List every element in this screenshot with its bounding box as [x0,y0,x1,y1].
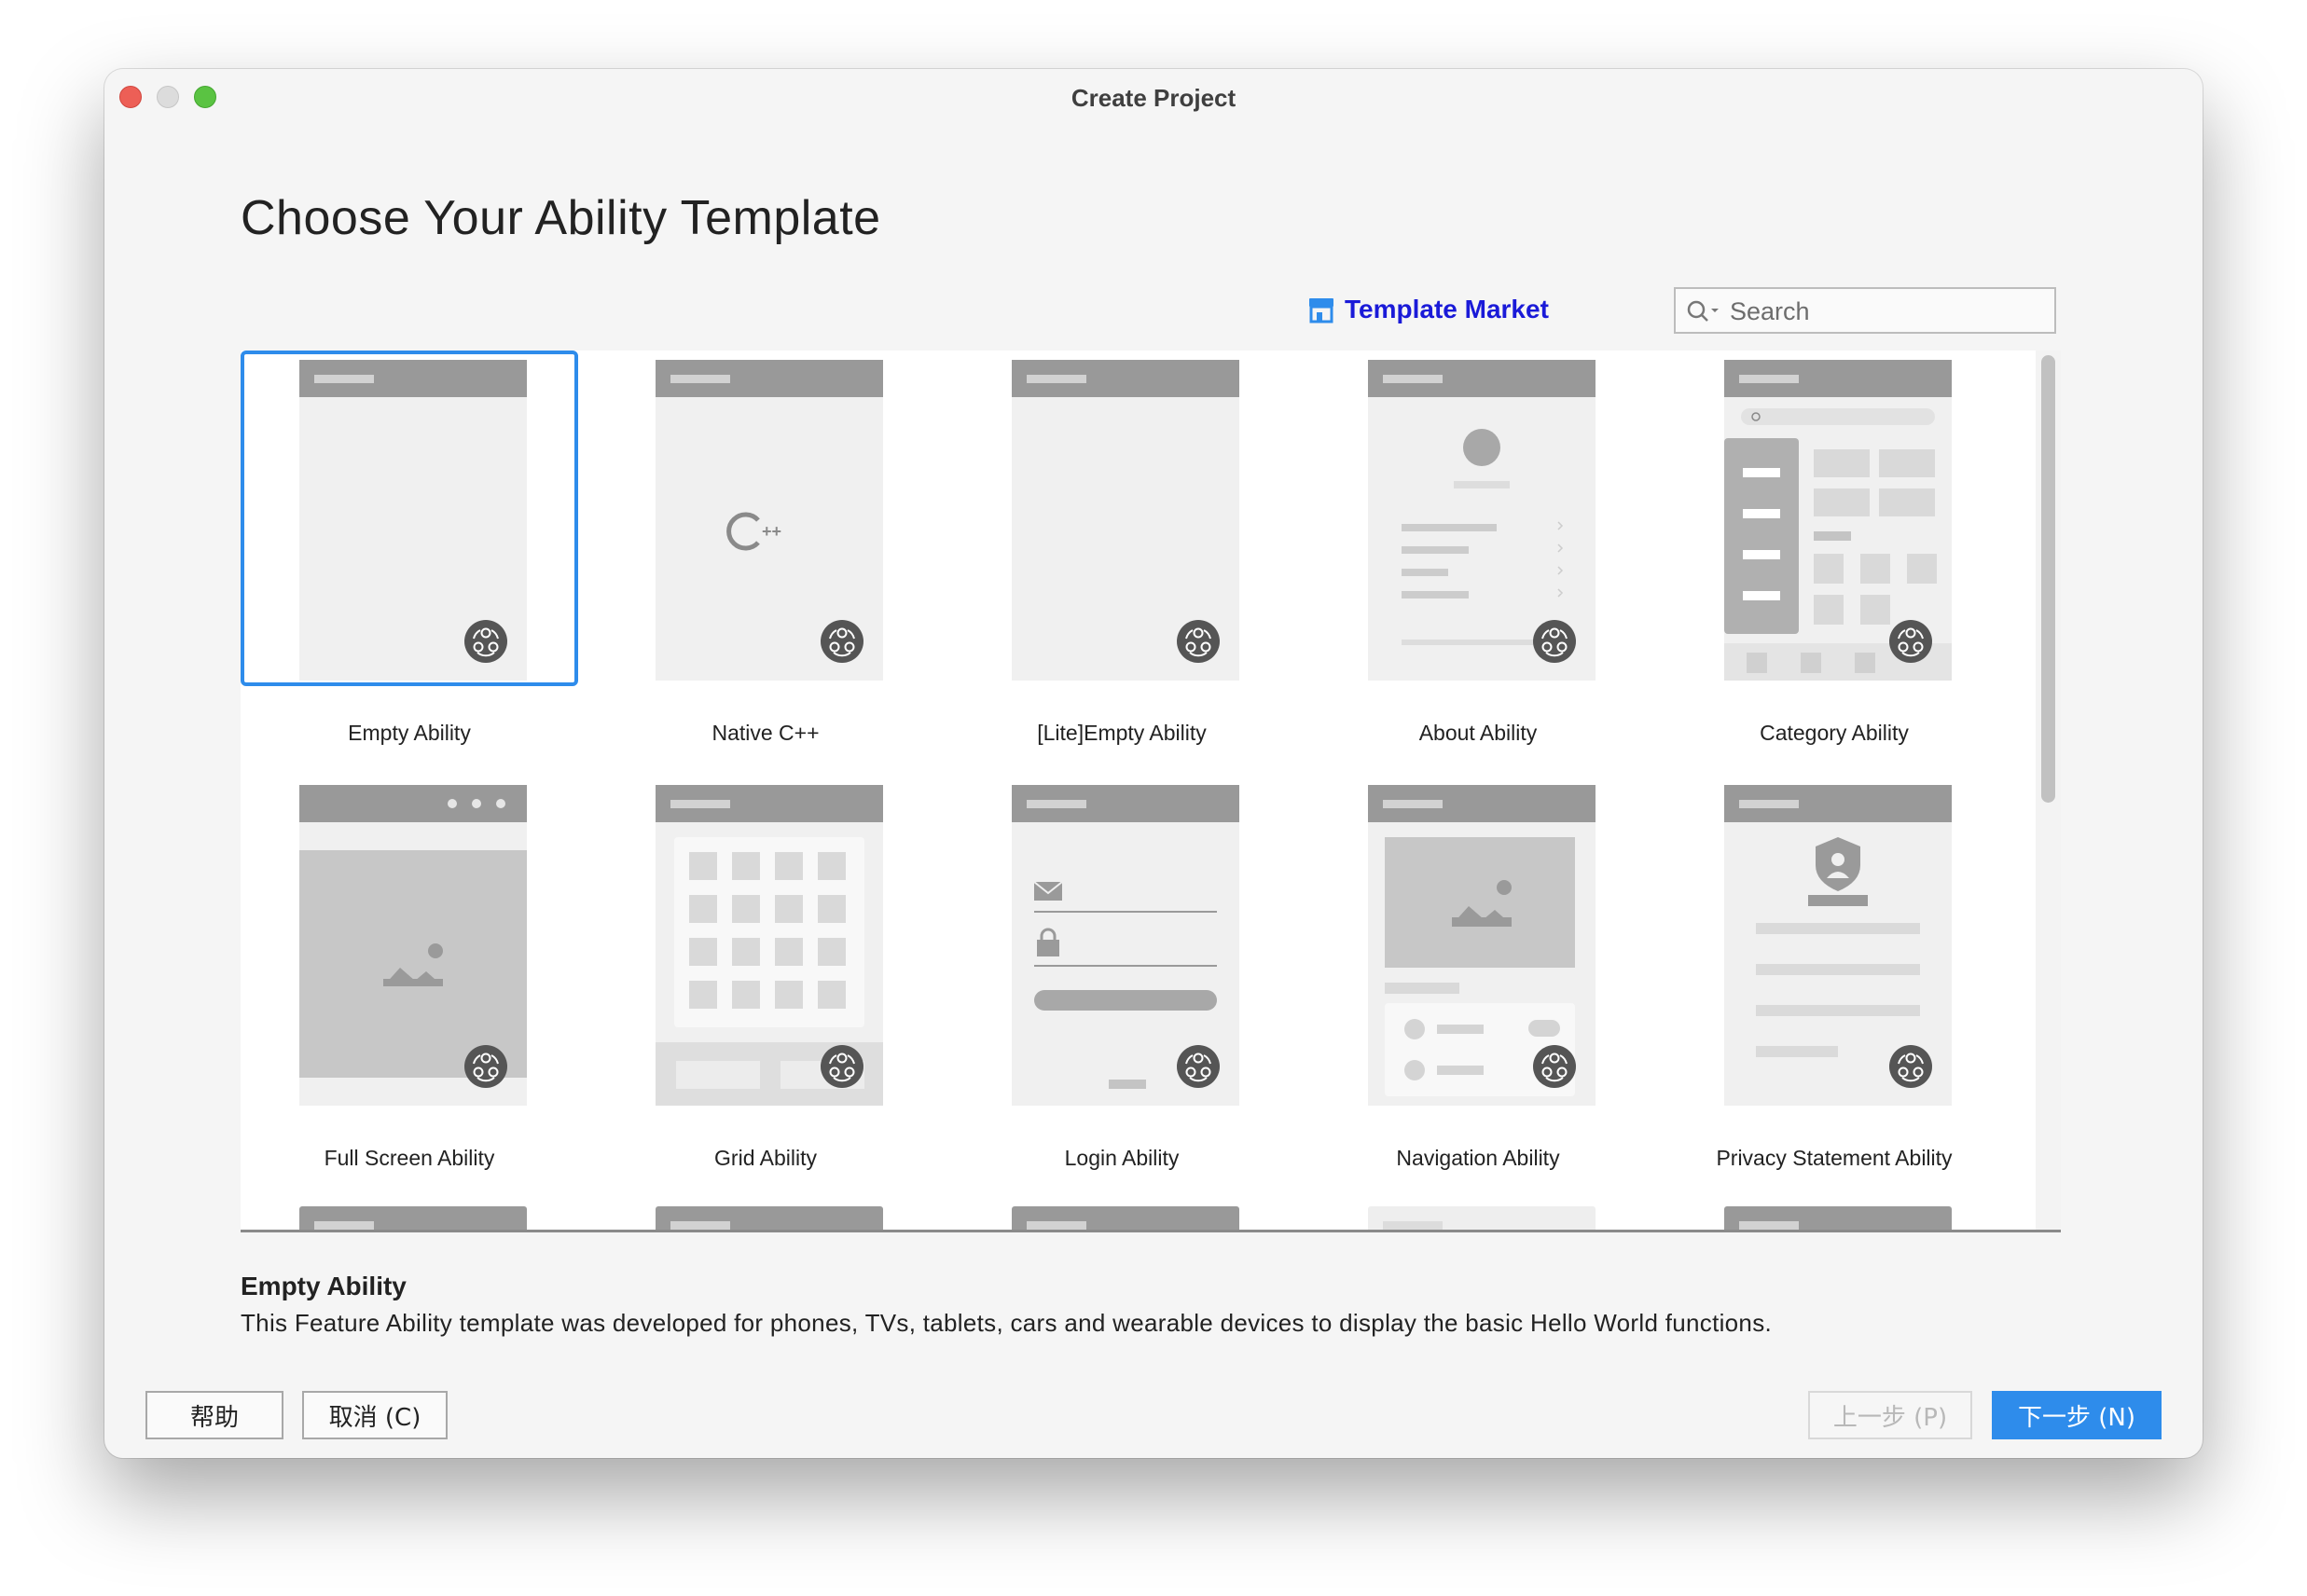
template-label-navigation-ability: Navigation Ability [1396,1146,1560,1170]
category-ability-preview [1724,360,1952,681]
template-card-about-ability[interactable] [1309,351,1647,686]
grid-ability-preview [656,785,883,1106]
template-label-category-ability: Category Ability [1760,721,1909,745]
template-card-empty-ability[interactable] [241,351,578,686]
create-project-window: Create Project Choose Your Ability Templ… [104,69,2203,1458]
store-icon [1309,298,1333,323]
selected-template-description: This Feature Ability template was develo… [241,1309,1773,1337]
template-label-about-ability: About Ability [1418,721,1538,745]
template-label-login-ability: Login Ability [1064,1146,1180,1170]
template-market-link[interactable]: Template Market [1307,291,1549,328]
template-card-category-ability[interactable] [1665,351,2003,686]
window-title: Create Project [1071,84,1236,112]
template-card-full-screen-ability[interactable] [241,776,578,1111]
template-card-partial[interactable] [1368,1206,1596,1231]
template-card-navigation-ability[interactable] [1309,776,1647,1111]
template-card-lite-empty-ability[interactable] [953,351,1291,686]
selected-template-title: Empty Ability [241,1272,407,1300]
template-card-privacy-statement-ability[interactable] [1665,776,2003,1111]
template-card-partial[interactable] [299,1206,527,1231]
template-card-login-ability[interactable] [953,776,1291,1111]
grid-scrollbar-thumb[interactable] [2041,355,2055,803]
privacy-statement-ability-preview [1724,785,1952,1106]
help-button[interactable]: 帮助 [145,1391,283,1439]
template-market-label: Template Market [1345,295,1549,323]
template-label-full-screen-ability: Full Screen Ability [324,1146,495,1170]
next-button[interactable]: 下一步 (N) [1992,1391,2162,1439]
login-ability-preview [1012,785,1239,1106]
template-card-partial[interactable] [1724,1206,1952,1231]
template-card-native-cpp[interactable]: ++ [597,351,934,686]
page-title: Choose Your Ability Template [241,191,881,245]
search-box[interactable] [1674,287,2056,334]
previous-button[interactable]: 上一步 (P) [1808,1391,1972,1439]
template-card-partial[interactable] [656,1206,883,1231]
lite-empty-ability-preview [1012,360,1239,681]
template-label-privacy-statement-ability: Privacy Statement Ability [1716,1146,1953,1170]
cancel-button[interactable]: 取消 (C) [302,1391,448,1439]
title-bar: Create Project [104,69,2203,121]
template-card-grid-ability[interactable] [597,776,934,1111]
navigation-ability-preview [1368,785,1596,1106]
search-input[interactable] [1728,293,2049,330]
template-card-partial[interactable] [1012,1206,1239,1231]
full-screen-ability-preview [299,785,527,1106]
template-label-empty-ability: Empty Ability [348,721,471,745]
search-icon [1687,300,1719,322]
svg-text:++: ++ [762,522,781,541]
native-cpp-preview: ++ [656,360,883,681]
template-label-grid-ability: Grid Ability [714,1146,817,1170]
about-ability-preview [1368,360,1596,681]
template-label-native-cpp: Native C++ [711,721,820,745]
empty-ability-preview [299,360,527,681]
template-grid: Empty Ability ++ Native C++ [Lite]Empty … [241,351,2036,1231]
grid-divider [241,1230,2061,1232]
template-label-lite-empty-ability: [Lite]Empty Ability [1037,721,1207,745]
